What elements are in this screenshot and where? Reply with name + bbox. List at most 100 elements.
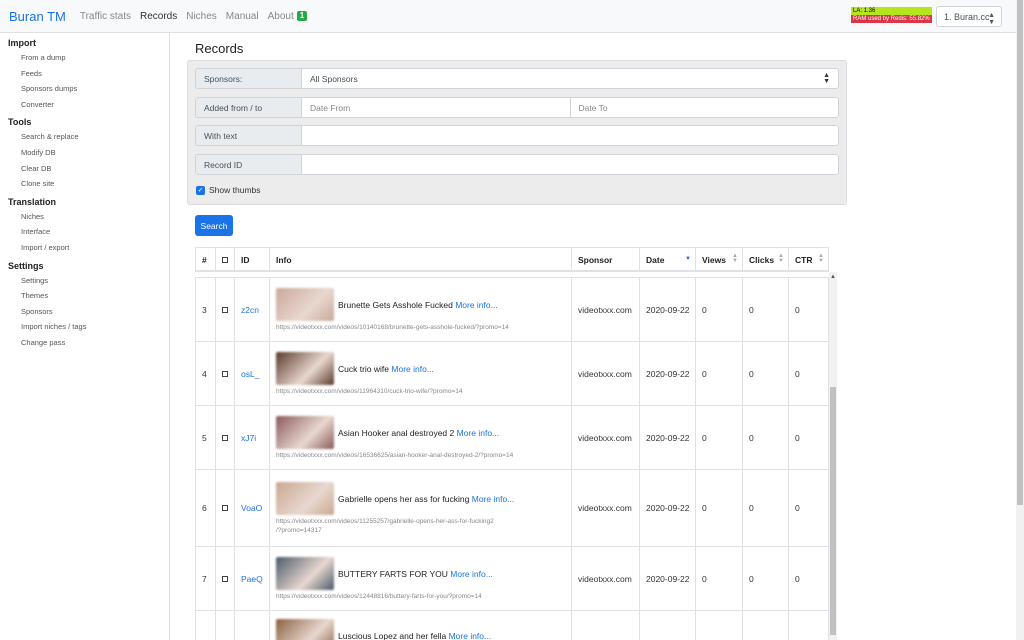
clicks-cell: 0 bbox=[742, 342, 788, 405]
sidebar-item[interactable]: Clone site bbox=[0, 176, 169, 192]
scroll-up-icon[interactable]: ▲ bbox=[830, 274, 836, 280]
checkbox-checked-icon[interactable]: ✓ bbox=[196, 185, 205, 195]
nav-niches[interactable]: Niches bbox=[186, 11, 217, 22]
date-to-input[interactable]: Date To bbox=[570, 97, 839, 118]
nav-traffic-stats[interactable]: Traffic stats bbox=[80, 11, 131, 22]
table-scroll-thumb[interactable] bbox=[830, 387, 836, 635]
show-thumbs-toggle[interactable]: ✓ Show thumbs bbox=[196, 185, 261, 195]
table-row: 6 VoaO Gabrielle opens her ass for fucking… bbox=[195, 469, 829, 546]
more-info-link[interactable]: More info... bbox=[472, 494, 515, 504]
ram-usage: RAM used by Redis: 55.82% bbox=[851, 15, 932, 23]
record-id-input[interactable] bbox=[302, 154, 839, 175]
header-ctr[interactable]: CTR ▲ ▼ bbox=[788, 248, 829, 271]
header-views[interactable]: Views ▲ ▼ bbox=[695, 248, 742, 271]
checkbox-icon[interactable] bbox=[222, 256, 228, 263]
checkbox-icon[interactable] bbox=[222, 306, 228, 313]
sidebar-item[interactable]: Search & replace bbox=[0, 129, 169, 145]
sponsor-cell: videotxxx.com bbox=[571, 547, 639, 610]
checkbox-icon[interactable] bbox=[222, 434, 228, 441]
page-scroll-thumb[interactable] bbox=[1017, 0, 1023, 505]
table-row: 5 xJ7i Asian Hooker anal destroyed 2 More … bbox=[195, 405, 829, 469]
record-title-wrap: Brunette Gets Asshole Fucked More info..… bbox=[338, 300, 498, 310]
record-id-link[interactable]: xJ7i bbox=[241, 433, 256, 443]
sidebar-item[interactable]: Settings bbox=[0, 273, 169, 289]
more-info-link[interactable]: More info... bbox=[449, 631, 492, 640]
date-cell: 2020-09-22 bbox=[639, 547, 695, 610]
date-cell: 2020-09-22 bbox=[639, 406, 695, 469]
sponsors-select[interactable]: All Sponsors ▲ ▼ bbox=[302, 68, 839, 89]
more-info-link[interactable]: More info... bbox=[450, 569, 493, 579]
more-info-link[interactable]: More info... bbox=[457, 428, 500, 438]
row-number: 7 bbox=[195, 547, 215, 610]
sponsors-select-value: All Sponsors bbox=[310, 73, 358, 84]
record-id-link[interactable]: PaeQ bbox=[241, 574, 263, 584]
nav-about[interactable]: About 1 bbox=[268, 11, 308, 22]
record-id-link[interactable]: z2cn bbox=[241, 305, 259, 315]
record-id-cell: PaeQ bbox=[234, 547, 269, 610]
record-thumbnail bbox=[276, 352, 334, 385]
record-title-wrap: Asian Hooker anal destroyed 2 More info.… bbox=[338, 428, 499, 438]
header-id[interactable]: ID bbox=[234, 248, 269, 271]
row-select-cell[interactable] bbox=[215, 278, 234, 341]
sidebar-item[interactable]: Clear DB bbox=[0, 161, 169, 177]
row-select-cell[interactable] bbox=[215, 406, 234, 469]
page-scrollbar[interactable] bbox=[1016, 0, 1024, 640]
row-select-cell[interactable] bbox=[215, 342, 234, 405]
brand-link[interactable]: Buran TM bbox=[9, 9, 66, 24]
row-number: 5 bbox=[195, 406, 215, 469]
record-title-wrap: Cuck trio wife More info... bbox=[338, 364, 434, 374]
checkbox-icon[interactable] bbox=[222, 370, 228, 377]
sidebar-item[interactable]: Change pass bbox=[0, 335, 169, 351]
checkbox-icon[interactable] bbox=[222, 575, 228, 582]
record-info-cell: BUTTERY FARTS FOR YOU More info... https:… bbox=[269, 547, 571, 610]
record-info-cell: Asian Hooker anal destroyed 2 More info.… bbox=[269, 406, 571, 469]
record-title: BUTTERY FARTS FOR YOU bbox=[338, 568, 448, 579]
sidebar-item[interactable]: Import / export bbox=[0, 240, 169, 256]
search-button[interactable]: Search bbox=[195, 215, 233, 236]
record-info-cell: Cuck trio wife More info... https://video… bbox=[269, 342, 571, 405]
row-select-cell[interactable] bbox=[215, 470, 234, 546]
record-title-wrap: Gabrielle opens her ass for fucking More… bbox=[338, 494, 514, 504]
header-clicks[interactable]: Clicks ▲ ▼ bbox=[742, 248, 788, 271]
header-date-label: Date bbox=[646, 254, 665, 265]
record-thumbnail bbox=[276, 619, 334, 640]
views-cell: 0 bbox=[695, 470, 742, 546]
checkbox-icon[interactable] bbox=[222, 505, 228, 511]
header-date[interactable]: Date ▼ bbox=[639, 248, 695, 271]
sidebar-item[interactable]: Sponsors dumps bbox=[0, 81, 169, 97]
sidebar-item[interactable]: Niches bbox=[0, 209, 169, 225]
row-select-cell[interactable] bbox=[215, 611, 234, 640]
with-text-input[interactable] bbox=[302, 125, 839, 146]
sidebar-item[interactable]: From a dump bbox=[0, 50, 169, 66]
record-id-row: Record ID bbox=[195, 154, 839, 175]
record-id-cell: osL_ bbox=[234, 342, 269, 405]
sidebar-item[interactable]: Sponsors bbox=[0, 304, 169, 320]
sponsor-cell: videotxxx.com bbox=[571, 406, 639, 469]
nav-records[interactable]: Records bbox=[140, 11, 177, 22]
nav-manual[interactable]: Manual bbox=[226, 11, 259, 22]
record-id-label: Record ID bbox=[195, 154, 302, 175]
info-top: Gabrielle opens her ass for fucking More… bbox=[276, 482, 514, 515]
record-id-link[interactable]: osL_ bbox=[241, 369, 259, 379]
sidebar-item[interactable]: Themes bbox=[0, 288, 169, 304]
record-url: https://videotxxx.com/videos/11255257/ga… bbox=[276, 518, 494, 525]
more-info-link[interactable]: More info... bbox=[391, 364, 434, 374]
header-select-all[interactable] bbox=[215, 248, 234, 271]
site-select[interactable]: 1. Buran.cc ▲ ▼ bbox=[936, 6, 1002, 27]
more-info-link[interactable]: More info... bbox=[455, 300, 498, 310]
row-select-cell[interactable] bbox=[215, 547, 234, 610]
record-title-wrap: BUTTERY FARTS FOR YOU More info... bbox=[338, 569, 493, 579]
header-sponsor[interactable]: Sponsor bbox=[571, 248, 639, 271]
sidebar-item[interactable]: Import niches / tags bbox=[0, 319, 169, 335]
sidebar-item[interactable]: Interface bbox=[0, 224, 169, 240]
sidebar-item[interactable]: Converter bbox=[0, 97, 169, 113]
added-label: Added from / to bbox=[195, 97, 302, 118]
date-from-input[interactable]: Date From bbox=[302, 97, 571, 118]
record-id-link[interactable]: VoaO bbox=[241, 503, 262, 513]
sidebar-item[interactable]: Modify DB bbox=[0, 145, 169, 161]
sidebar-item[interactable]: Feeds bbox=[0, 66, 169, 82]
record-id-cell bbox=[234, 611, 269, 640]
ctr-cell: 0 bbox=[788, 406, 829, 469]
record-title: Cuck trio wife bbox=[338, 363, 390, 374]
table-scrollbar[interactable]: ▲ bbox=[829, 272, 837, 640]
